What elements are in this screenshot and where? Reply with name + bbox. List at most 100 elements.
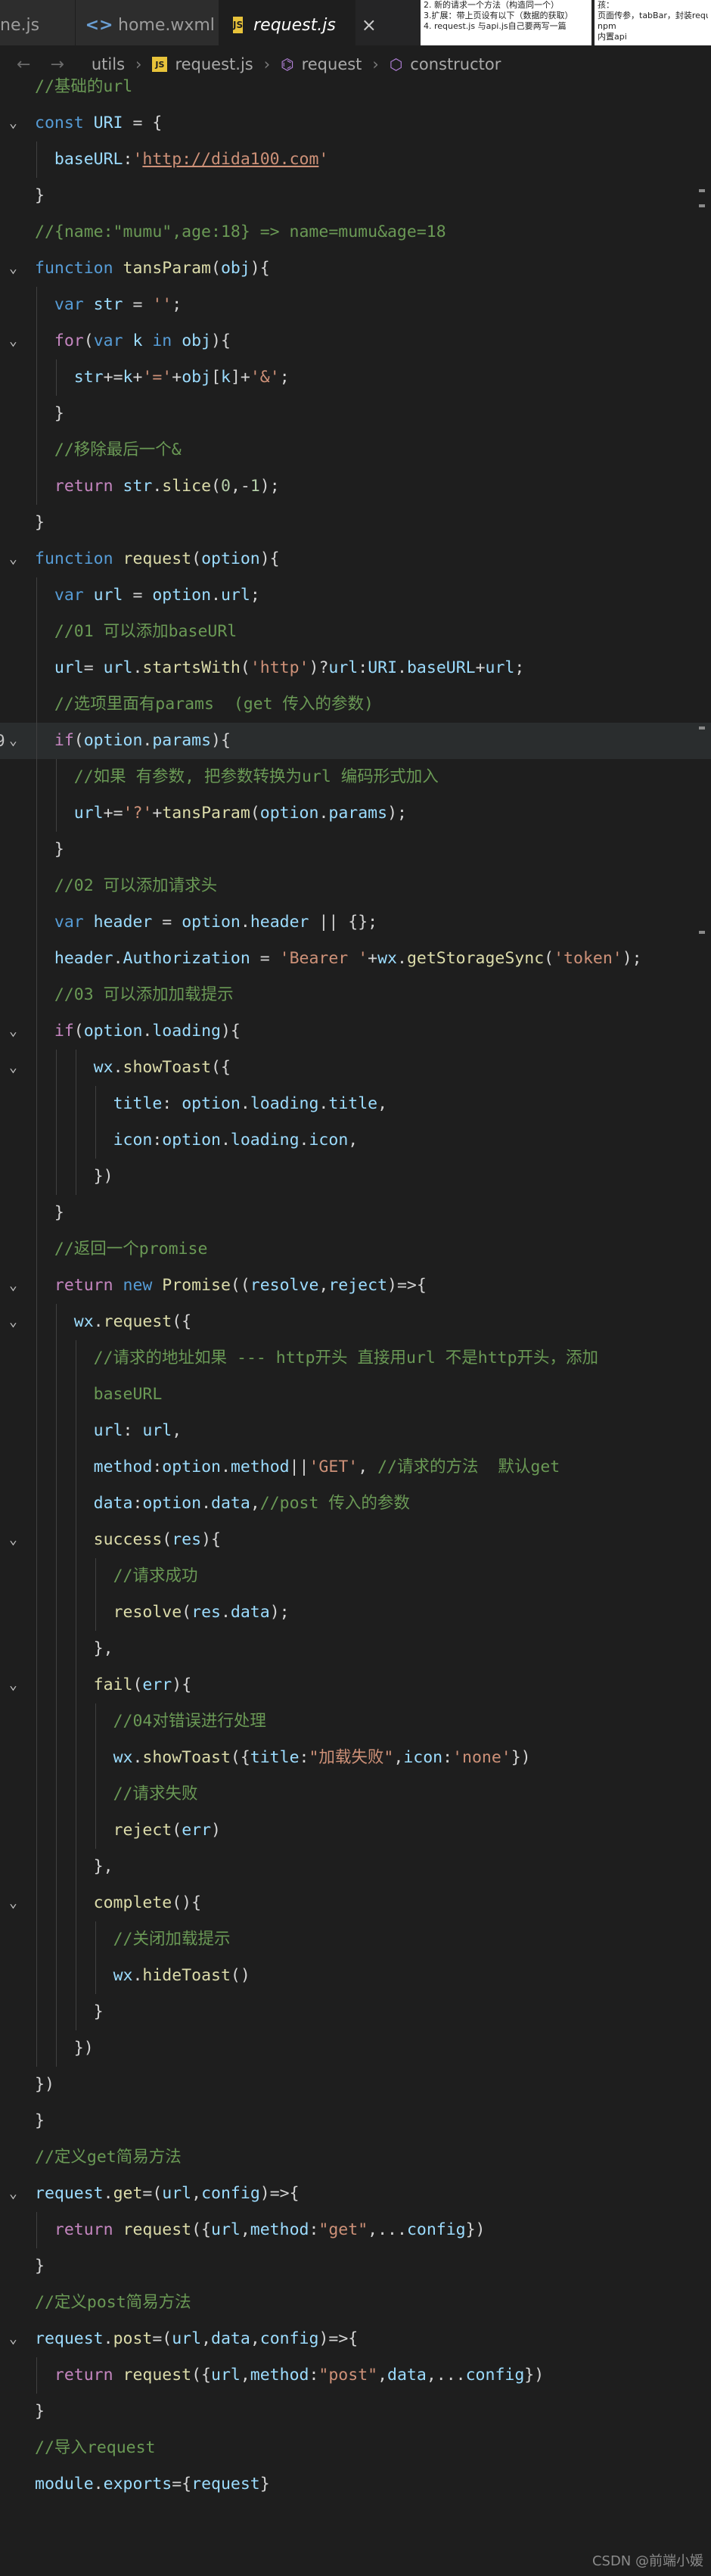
code-line[interactable]: //04对错误进行处理: [0, 1703, 711, 1740]
fold-chevron-icon[interactable]: ⌄: [9, 723, 27, 759]
code-line[interactable]: title: option.loading.title,: [0, 1086, 711, 1122]
code-line[interactable]: //返回一个promise: [0, 1231, 711, 1268]
code-line[interactable]: //02 可以添加请求头: [0, 868, 711, 904]
code-line[interactable]: wx.showToast({title:"加载失败",icon:'none'}): [0, 1740, 711, 1776]
code-line[interactable]: return str.slice(0,-1);: [0, 468, 711, 505]
code-line[interactable]: }): [0, 2067, 711, 2103]
code-line[interactable]: ⌄ wx.request({: [0, 1304, 711, 1340]
code-line[interactable]: ⌄ fail(err){: [0, 1667, 711, 1703]
code-line[interactable]: var url = option.url;: [0, 577, 711, 614]
fold-chevron-icon[interactable]: ⌄: [9, 1885, 27, 1921]
code-line[interactable]: //选项里面有params (get 传入的参数): [0, 686, 711, 723]
code-line[interactable]: //如果 有参数, 把参数转换为url 编码形式加入: [0, 759, 711, 795]
fold-chevron-icon[interactable]: ⌄: [9, 250, 27, 287]
code-line[interactable]: //移除最后一个&: [0, 432, 711, 468]
code-token: //选项里面有params (get 传入的参数): [54, 695, 374, 714]
fold-chevron-icon[interactable]: ⌄: [9, 1304, 27, 1340]
code-line[interactable]: url: url,: [0, 1413, 711, 1449]
code-line[interactable]: //请求的地址如果 --- http开头 直接用url 不是http开头，添加: [0, 1340, 711, 1377]
tab-home-wxml[interactable]: <> home.wxml: [76, 0, 219, 50]
fold-chevron-icon[interactable]: ⌄: [9, 105, 27, 142]
fold-chevron-icon[interactable]: ⌄: [9, 1522, 27, 1558]
fold-chevron-icon[interactable]: ⌄: [9, 2176, 27, 2212]
fold-chevron-icon[interactable]: ⌄: [9, 1050, 27, 1086]
fold-chevron-icon[interactable]: ⌄: [9, 323, 27, 359]
code-line[interactable]: },: [0, 1631, 711, 1667]
code-line[interactable]: str+=k+'='+obj[k]+'&';: [0, 359, 711, 396]
code-line[interactable]: var str = '';: [0, 287, 711, 323]
code-line[interactable]: }): [0, 1159, 711, 1195]
code-line[interactable]: ⌄ success(res){: [0, 1522, 711, 1558]
code-token: method: [250, 2366, 309, 2385]
code-line[interactable]: var header = option.header || {};: [0, 904, 711, 941]
fold-chevron-icon[interactable]: ⌄: [9, 541, 27, 577]
code-line[interactable]: }: [0, 2103, 711, 2139]
code-line[interactable]: }: [0, 505, 711, 541]
tab-ne-js[interactable]: ne.js: [0, 0, 76, 50]
code-editor[interactable]: //基础的url ⌄ const URI = { baseURL:'http://d…: [0, 69, 711, 2503]
code-text: return str.slice(0,-1);: [35, 468, 280, 505]
code-line[interactable]: ⌄ if(option.loading){: [0, 1013, 711, 1050]
code-line[interactable]: ⌄ function tansParam(obj){: [0, 250, 711, 287]
code-text: //移除最后一个&: [35, 432, 182, 468]
code-line[interactable]: //关闭加载提示: [0, 1921, 711, 1958]
code-line[interactable]: ⌄ request.get=(url,config)=>{: [0, 2176, 711, 2212]
code-line[interactable]: baseURL:'http://dida100.com': [0, 142, 711, 178]
code-line[interactable]: }: [0, 178, 711, 214]
code-token: k: [123, 368, 133, 387]
code-line[interactable]: icon:option.loading.icon,: [0, 1122, 711, 1159]
code-line[interactable]: ⌄ for(var k in obj){: [0, 323, 711, 359]
code-line[interactable]: }: [0, 1994, 711, 2030]
code-line[interactable]: return request({url,method:"get",...conf…: [0, 2212, 711, 2248]
code-line[interactable]: }): [0, 2030, 711, 2067]
code-line[interactable]: module.exports={request}: [0, 2466, 711, 2503]
code-line[interactable]: return request({url,method:"post",data,.…: [0, 2357, 711, 2394]
code-token: data: [93, 1494, 133, 1513]
code-line[interactable]: }: [0, 2248, 711, 2285]
code-line[interactable]: ⌄ return new Promise((resolve,reject)=>{: [0, 1268, 711, 1304]
fold-chevron-icon[interactable]: ⌄: [9, 1667, 27, 1703]
code-token: 0: [220, 477, 231, 496]
code-line[interactable]: header.Authorization = 'Bearer '+wx.getS…: [0, 941, 711, 977]
code-line[interactable]: url+='?'+tansParam(option.params);: [0, 795, 711, 832]
code-line[interactable]: ⌄ function request(option){: [0, 541, 711, 577]
code-line[interactable]: //{name:"mumu",age:18} => name=mumu&age=…: [0, 214, 711, 250]
code-line[interactable]: //请求成功: [0, 1558, 711, 1594]
code-line[interactable]: wx.hideToast(): [0, 1958, 711, 1994]
code-token: 'http': [250, 658, 309, 677]
fold-chevron-icon[interactable]: ⌄: [9, 1268, 27, 1304]
code-line[interactable]: ⌄ request.post=(url,data,config)=>{: [0, 2321, 711, 2357]
code-line[interactable]: reject(err): [0, 1812, 711, 1849]
code-line[interactable]: //定义post简易方法: [0, 2285, 711, 2321]
code-line[interactable]: ⌄ wx.showToast({: [0, 1050, 711, 1086]
code-token: 'GET': [309, 1458, 359, 1476]
code-token: url: [142, 1421, 172, 1440]
tab-request-js[interactable]: JS request.js ×: [219, 0, 377, 50]
code-line[interactable]: data:option.data,//post 传入的参数: [0, 1486, 711, 1522]
code-line[interactable]: method:option.method||'GET', //请求的方法 默认g…: [0, 1449, 711, 1486]
code-line[interactable]: baseURL: [0, 1377, 711, 1413]
code-line[interactable]: //基础的url: [0, 69, 711, 105]
code-token: method: [93, 1458, 153, 1476]
code-token: wx: [73, 1312, 94, 1331]
code-line[interactable]: //定义get简易方法: [0, 2139, 711, 2176]
code-line[interactable]: //01 可以添加baseURl: [0, 614, 711, 650]
code-line[interactable]: }: [0, 396, 711, 432]
code-line[interactable]: ⌄ const URI = {: [0, 105, 711, 142]
code-line[interactable]: //请求失败: [0, 1776, 711, 1812]
code-line[interactable]: },: [0, 1849, 711, 1885]
code-line[interactable]: resolve(res.data);: [0, 1594, 711, 1631]
fold-chevron-icon[interactable]: ⌄: [9, 1013, 27, 1050]
code-line[interactable]: //03 可以添加加载提示: [0, 977, 711, 1013]
code-line[interactable]: 9 ⌄ if(option.params){: [0, 723, 711, 759]
close-icon[interactable]: ×: [362, 14, 377, 36]
code-line[interactable]: }: [0, 1195, 711, 1231]
code-line[interactable]: }: [0, 2394, 711, 2430]
code-line[interactable]: ⌄ complete(){: [0, 1885, 711, 1921]
code-line[interactable]: }: [0, 832, 711, 868]
fold-chevron-icon[interactable]: ⌄: [9, 2321, 27, 2357]
code-line[interactable]: url= url.startsWith('http')?url:URI.base…: [0, 650, 711, 686]
code-line[interactable]: //导入request: [0, 2430, 711, 2466]
